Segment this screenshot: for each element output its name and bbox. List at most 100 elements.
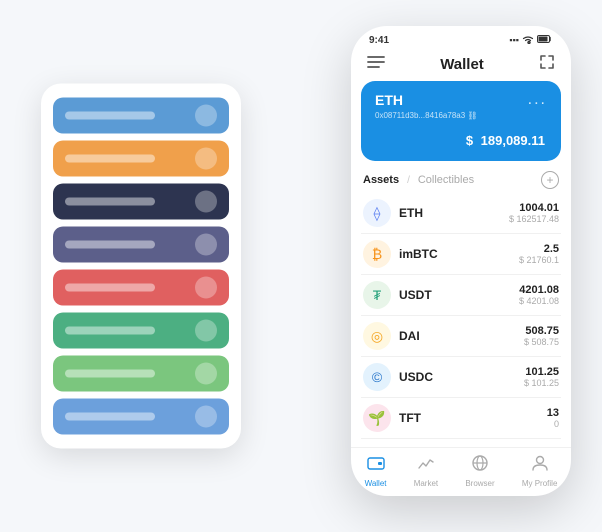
asset-name-tft: TFT — [399, 411, 547, 425]
status-icons: ▪▪▪ — [509, 34, 553, 46]
stack-card-icon — [195, 191, 217, 213]
wifi-icon — [522, 34, 534, 46]
assets-header: Assets / Collectibles + — [351, 169, 571, 193]
eth-card: ETH ... 0x08711d3b...8416a78a3 ⛓ $ 189,0… — [361, 81, 561, 161]
asset-name-imbtc: imBTC — [399, 247, 519, 261]
stack-card-icon — [195, 320, 217, 342]
stack-card-label — [65, 241, 155, 249]
asset-icon-imbtc: ₿ — [363, 240, 391, 268]
asset-row-usdc[interactable]: © USDC 101.25 $ 101.25 — [361, 357, 561, 398]
stack-card-icon — [195, 363, 217, 385]
stack-card-icon — [195, 277, 217, 299]
asset-row-imbtc[interactable]: ₿ imBTC 2.5 $ 21760.1 — [361, 234, 561, 275]
stack-card-label — [65, 413, 155, 421]
nav-label-browser: Browser — [465, 479, 494, 488]
nav-item-browser[interactable]: Browser — [465, 454, 494, 488]
stack-card-icon — [195, 148, 217, 170]
nav-label-profile: My Profile — [522, 479, 558, 488]
page-title: Wallet — [440, 56, 484, 73]
asset-amount-usd-usdc: $ 101.25 — [524, 378, 559, 388]
asset-amount-main-usdc: 101.25 — [524, 366, 559, 378]
stack-card-label — [65, 284, 155, 292]
asset-amount-usd-tft: 0 — [547, 419, 559, 429]
stack-card-icon — [195, 105, 217, 127]
phone: 9:41 ▪▪▪ Wallet ETH — [351, 26, 571, 496]
stack-card-icon — [195, 406, 217, 428]
stack-card-card-blue[interactable] — [53, 98, 229, 134]
stack-card-card-dark[interactable] — [53, 184, 229, 220]
stack-card-label — [65, 370, 155, 378]
card-stack — [41, 84, 241, 449]
nav-icon-wallet — [367, 454, 385, 477]
asset-row-dai[interactable]: ◎ DAI 508.75 $ 508.75 — [361, 316, 561, 357]
asset-name-eth: ETH — [399, 206, 509, 220]
menu-icon[interactable] — [367, 55, 385, 74]
asset-icon-dai: ◎ — [363, 322, 391, 350]
asset-amounts-eth: 1004.01 $ 162517.48 — [509, 202, 559, 224]
assets-tabs: Assets / Collectibles — [363, 174, 474, 186]
asset-amounts-usdc: 101.25 $ 101.25 — [524, 366, 559, 388]
asset-icon-usdt: ₮ — [363, 281, 391, 309]
balance-amount: 189,089.11 — [481, 133, 545, 148]
signal-icon: ▪▪▪ — [509, 35, 519, 45]
eth-card-menu-icon[interactable]: ... — [528, 91, 547, 109]
asset-row-usdt[interactable]: ₮ USDT 4201.08 $ 4201.08 — [361, 275, 561, 316]
scene: 9:41 ▪▪▪ Wallet ETH — [21, 16, 581, 516]
nav-label-market: Market — [414, 479, 438, 488]
eth-card-balance: $ 189,089.11 — [375, 128, 547, 151]
asset-list: ⟠ ETH 1004.01 $ 162517.48 ₿ imBTC 2.5 $ … — [351, 193, 571, 447]
nav-bar: Wallet — [351, 50, 571, 81]
asset-amount-main-tft: 13 — [547, 407, 559, 419]
stack-card-label — [65, 112, 155, 120]
stack-card-label — [65, 327, 155, 335]
asset-amount-usd-eth: $ 162517.48 — [509, 214, 559, 224]
eth-card-address: 0x08711d3b...8416a78a3 ⛓ — [375, 111, 547, 120]
stack-card-card-lightgreen[interactable] — [53, 356, 229, 392]
asset-amounts-usdt: 4201.08 $ 4201.08 — [519, 284, 559, 306]
bottom-nav: Wallet Market Browser My Profile — [351, 447, 571, 496]
asset-amount-main-usdt: 4201.08 — [519, 284, 559, 296]
nav-item-market[interactable]: Market — [414, 454, 438, 488]
nav-label-wallet: Wallet — [365, 479, 387, 488]
asset-amount-usd-usdt: $ 4201.08 — [519, 296, 559, 306]
asset-amounts-dai: 508.75 $ 508.75 — [524, 325, 559, 347]
time: 9:41 — [369, 35, 389, 46]
stack-card-card-cornflower[interactable] — [53, 399, 229, 435]
status-bar: 9:41 ▪▪▪ — [351, 26, 571, 50]
nav-icon-browser — [471, 454, 489, 477]
add-icon: + — [546, 173, 553, 187]
tab-assets[interactable]: Assets — [363, 174, 399, 186]
balance-symbol: $ — [466, 133, 473, 148]
expand-icon[interactable] — [539, 54, 555, 75]
asset-amounts-imbtc: 2.5 $ 21760.1 — [519, 243, 559, 265]
nav-icon-profile — [531, 454, 549, 477]
asset-amounts-tft: 13 0 — [547, 407, 559, 429]
stack-card-card-green[interactable] — [53, 313, 229, 349]
eth-card-title: ETH — [375, 92, 403, 108]
asset-icon-eth: ⟠ — [363, 199, 391, 227]
asset-name-usdt: USDT — [399, 288, 519, 302]
nav-icon-market — [417, 454, 435, 477]
asset-name-dai: DAI — [399, 329, 524, 343]
stack-card-label — [65, 198, 155, 206]
asset-icon-tft: 🌱 — [363, 404, 391, 432]
asset-row-eth[interactable]: ⟠ ETH 1004.01 $ 162517.48 — [361, 193, 561, 234]
asset-amount-main-dai: 508.75 — [524, 325, 559, 337]
stack-card-card-red[interactable] — [53, 270, 229, 306]
nav-item-profile[interactable]: My Profile — [522, 454, 558, 488]
nav-item-wallet[interactable]: Wallet — [365, 454, 387, 488]
stack-card-card-purple[interactable] — [53, 227, 229, 263]
stack-card-label — [65, 155, 155, 163]
asset-amount-main-imbtc: 2.5 — [519, 243, 559, 255]
tab-collectibles[interactable]: Collectibles — [418, 174, 474, 186]
asset-amount-usd-dai: $ 508.75 — [524, 337, 559, 347]
asset-name-usdc: USDC — [399, 370, 524, 384]
battery-icon — [537, 34, 553, 46]
stack-card-card-orange[interactable] — [53, 141, 229, 177]
asset-amount-usd-imbtc: $ 21760.1 — [519, 255, 559, 265]
asset-row-tft[interactable]: 🌱 TFT 13 0 — [361, 398, 561, 439]
asset-amount-main-eth: 1004.01 — [509, 202, 559, 214]
stack-card-icon — [195, 234, 217, 256]
add-asset-button[interactable]: + — [541, 171, 559, 189]
tab-divider: / — [407, 175, 410, 186]
